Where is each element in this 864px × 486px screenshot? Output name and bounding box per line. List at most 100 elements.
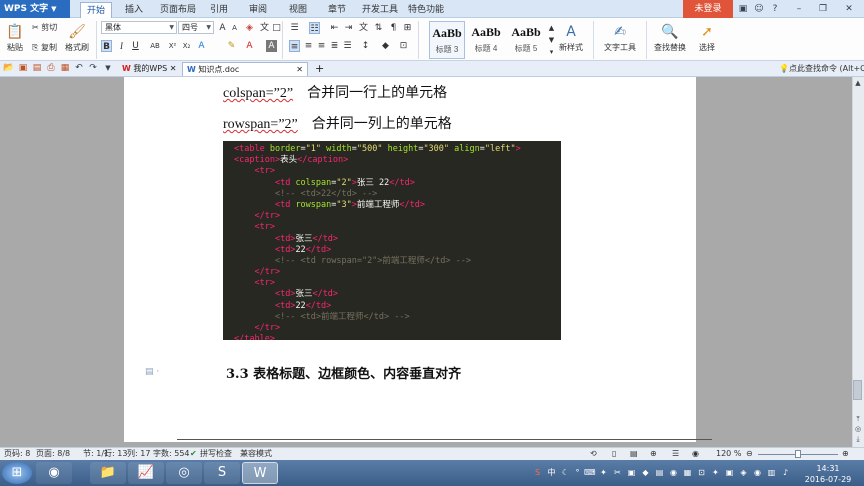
ime-skin-icon[interactable]: ✂ — [612, 467, 623, 478]
tab-view[interactable]: 视图 — [289, 2, 307, 18]
align-left-icon[interactable]: ≡ — [289, 40, 300, 52]
save-icon[interactable]: ▣ — [17, 62, 29, 75]
tray-app-8-icon[interactable]: ▣ — [724, 467, 735, 478]
increase-indent-icon[interactable]: ⇥ — [343, 22, 354, 34]
tray-app-1-icon[interactable]: ▣ — [626, 467, 637, 478]
paste-button[interactable]: 📋 粘贴 — [4, 22, 26, 53]
restore-icon[interactable]: ❐ — [817, 3, 829, 15]
bullet-list-icon[interactable]: ☰ — [289, 22, 300, 34]
network-icon[interactable]: ▥ — [766, 467, 777, 478]
tab-page-layout[interactable]: 页面布局 — [160, 2, 196, 18]
tab-my-wps[interactable]: W 我的WPS ✕ — [118, 62, 180, 76]
format-painter-button[interactable]: 🖌 格式刷 — [64, 22, 90, 53]
align-right-icon[interactable]: ≡ — [316, 40, 327, 52]
font-name-select[interactable]: 黑体 ▼ — [101, 21, 177, 34]
open-icon[interactable]: 📂 — [3, 62, 15, 75]
keyboard-icon[interactable]: ⌨ — [584, 467, 596, 478]
redo-icon[interactable]: ↷ — [87, 62, 99, 75]
zoom-out-icon[interactable]: ⊖ — [746, 448, 753, 460]
char-border-icon[interactable]: □ — [271, 22, 282, 34]
style-scroll-down-icon[interactable]: ▼ — [546, 34, 557, 46]
ime-chinese-icon[interactable]: 中 — [546, 467, 557, 478]
chevron-down-icon[interactable]: ▼ — [102, 62, 114, 75]
copy-button[interactable]: ⎘ 复制 — [32, 42, 57, 53]
tab-document[interactable]: W 知识点.doc ✕ — [182, 62, 308, 76]
eye-protect-icon[interactable]: ◉ — [692, 448, 699, 460]
superscript-icon[interactable]: X² — [167, 40, 178, 52]
taskbar-clock[interactable]: 14:31 2016-07-29 — [800, 463, 856, 485]
status-pages[interactable]: 页面: 8/8 — [36, 448, 70, 460]
highlight-icon[interactable]: ✎ — [226, 40, 237, 52]
ime-settings-icon[interactable]: ✦ — [598, 467, 609, 478]
distribute-icon[interactable]: ☰ — [342, 40, 353, 52]
status-zoom[interactable]: 120 % — [716, 448, 741, 460]
input-method-icon[interactable]: S — [532, 467, 543, 478]
find-replace-button[interactable]: 🔍 查找替换 — [651, 22, 689, 53]
justify-icon[interactable]: ≣ — [329, 40, 340, 52]
login-button[interactable]: 未登录 — [683, 0, 733, 18]
help-icon[interactable]: ? — [769, 3, 781, 15]
volume-icon[interactable]: ♪ — [780, 467, 791, 478]
style-scroll-up-icon[interactable]: ▲ — [546, 22, 557, 34]
style-heading-4[interactable]: AaBb 标题 4 — [468, 21, 504, 59]
align-center-icon[interactable]: ≡ — [303, 40, 314, 52]
underline-icon[interactable]: U — [130, 40, 141, 52]
scroll-up-icon[interactable]: ▲ — [853, 78, 863, 88]
command-search[interactable]: 💡点此查找命令 (Alt+Q) — [775, 62, 864, 76]
taskbar-wps-icon[interactable]: W — [242, 462, 278, 484]
status-spell-check[interactable]: 拼写检查 — [200, 448, 232, 460]
prev-page-icon[interactable]: ⤒ — [853, 414, 863, 424]
status-word-count[interactable]: 字数: 554 — [153, 448, 190, 460]
style-heading-5[interactable]: AaBb 标题 5 — [508, 21, 544, 59]
minimize-icon[interactable]: – — [793, 3, 805, 15]
italic-icon[interactable]: I — [116, 40, 127, 52]
tray-app-3-icon[interactable]: ▤ — [654, 467, 665, 478]
ime-punct-icon[interactable]: ° — [572, 467, 583, 478]
undo-icon[interactable]: ↶ — [73, 62, 85, 75]
output-pdf-icon[interactable]: ▤ — [31, 62, 43, 75]
web-view-icon[interactable]: ⊕ — [650, 448, 657, 460]
show-marks-icon[interactable]: ¶ — [388, 22, 399, 34]
taskbar-editor-icon[interactable]: S — [204, 462, 240, 484]
chinese-layout-icon[interactable]: 文 — [358, 22, 369, 34]
grow-font-icon[interactable]: A — [217, 22, 228, 34]
tray-app-6-icon[interactable]: ⊡ — [696, 467, 707, 478]
bold-icon[interactable]: B — [101, 40, 112, 52]
sort-icon[interactable]: ⇅ — [373, 22, 384, 34]
text-tools-button[interactable]: ✍ 文字工具 — [601, 22, 639, 53]
numbered-list-icon[interactable]: ☷ — [309, 22, 320, 34]
feedback-icon[interactable]: ☺ — [753, 3, 765, 15]
tray-app-10-icon[interactable]: ◉ — [752, 467, 763, 478]
taskbar-chrome-icon[interactable]: ◎ — [166, 462, 202, 484]
taskbar-chart-app-icon[interactable]: 📈 — [128, 462, 164, 484]
tab-insert[interactable]: 插入 — [125, 2, 143, 18]
tab-start[interactable]: 开始 — [80, 2, 113, 18]
new-tab-button[interactable]: + — [311, 62, 328, 76]
subscript-icon[interactable]: X₂ — [181, 40, 192, 52]
select-browse-icon[interactable]: ◎ — [853, 424, 863, 434]
tab-review[interactable]: 审阅 — [249, 2, 267, 18]
next-page-icon[interactable]: ⤓ — [853, 434, 863, 444]
app-menu-button[interactable]: WPS 文字 ▼ — [0, 0, 70, 18]
char-shading-icon[interactable]: A — [266, 40, 277, 52]
zoom-slider-handle[interactable] — [795, 450, 801, 458]
read-mode-icon[interactable]: ▯ — [612, 448, 616, 460]
tray-app-7-icon[interactable]: ✦ — [710, 467, 721, 478]
font-size-select[interactable]: 四号 ▼ — [178, 21, 214, 34]
skin-icon[interactable]: ▣ — [737, 3, 749, 15]
border-icon[interactable]: ⊡ — [398, 40, 409, 52]
taskbar-media-icon[interactable]: ◉ — [36, 462, 72, 484]
line-spacing-icon[interactable]: ↕ — [360, 40, 371, 52]
tab-chapter[interactable]: 章节 — [328, 2, 346, 18]
table-borders-icon[interactable]: ⊞ — [402, 22, 413, 34]
start-button[interactable]: ⊞ — [2, 462, 32, 484]
tab-references[interactable]: 引用 — [210, 2, 228, 18]
font-color-icon[interactable]: A — [244, 40, 255, 52]
decrease-indent-icon[interactable]: ⇤ — [329, 22, 340, 34]
text-effect-icon[interactable]: A — [196, 40, 207, 52]
select-button[interactable]: ➚ 选择 — [694, 22, 720, 53]
tray-app-5-icon[interactable]: ▦ — [682, 467, 693, 478]
tray-app-2-icon[interactable]: ◆ — [640, 467, 651, 478]
style-heading-3[interactable]: AaBb 标题 3 — [429, 21, 465, 59]
pinyin-icon[interactable]: 文 — [259, 22, 270, 34]
